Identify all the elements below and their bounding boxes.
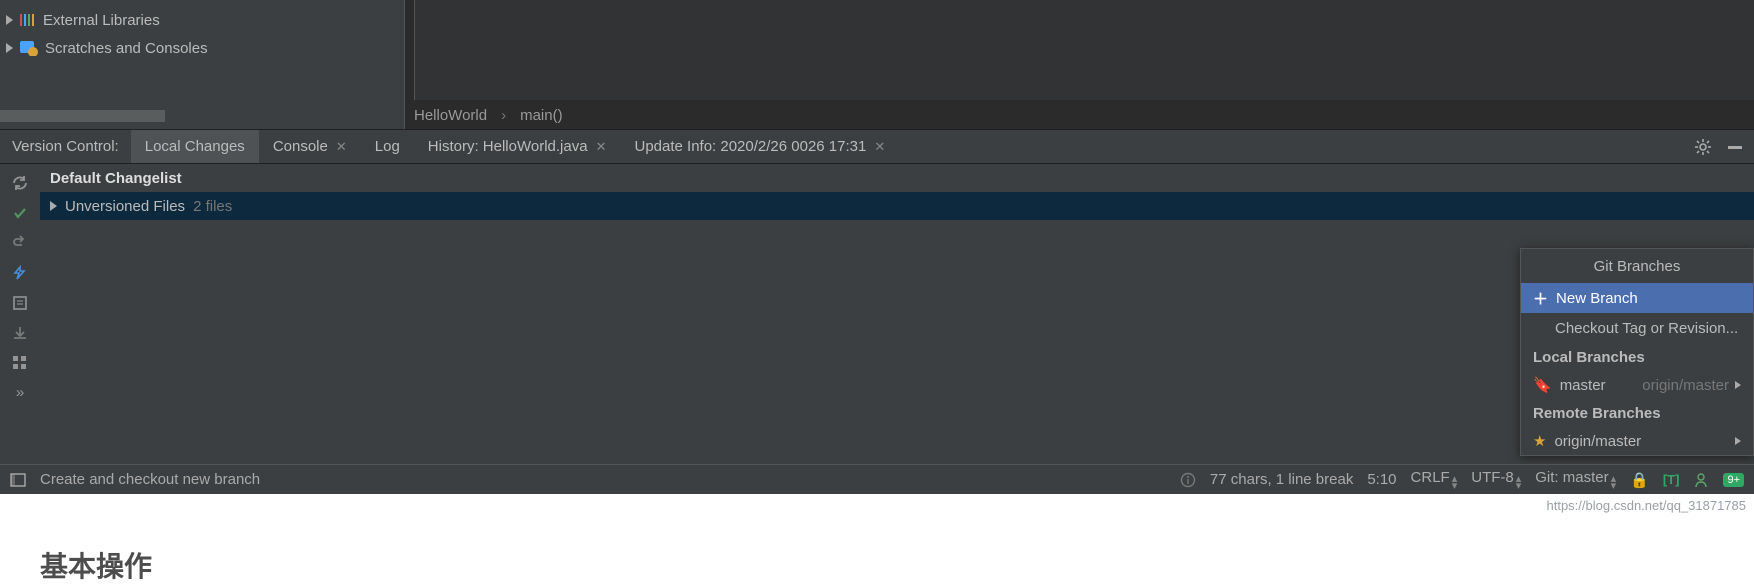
group-by-icon[interactable] [11,354,29,372]
tracking-label: origin/master [1642,377,1729,394]
branch-name: origin/master [1554,433,1641,450]
lock-icon[interactable]: 🔒 [1630,471,1649,489]
changes-toolbar: » [0,164,40,464]
status-linesep[interactable]: CRLF▴▾ [1411,469,1458,490]
tab-history[interactable]: History: HelloWorld.java ✕ [414,130,621,163]
status-hint: Create and checkout new branch [40,471,260,488]
article-heading: 基本操作 [40,545,152,585]
local-branches-header: Local Branches [1521,343,1753,371]
tree-item-scratches[interactable]: Scratches and Consoles [0,34,404,62]
page-below-ide: https://blog.csdn.net/qq_31871785 基本操作 [0,494,1754,585]
rollback-icon[interactable] [11,234,29,252]
diff-icon[interactable] [11,264,29,282]
popup-title: Git Branches [1521,249,1753,283]
new-branch-item[interactable]: ＋ New Branch [1521,283,1753,313]
chevron-right-icon [6,43,13,53]
commit-icon[interactable] [11,204,29,222]
editor-surface[interactable] [414,0,1754,100]
shelve-icon[interactable] [11,324,29,342]
horizontal-scrollbar-thumb[interactable] [0,110,165,122]
close-icon[interactable]: ✕ [596,139,607,155]
tab-label: Update Info: 2020/2/26 0026 17:31 [634,138,866,155]
tab-log[interactable]: Log [361,130,414,163]
expand-icon[interactable]: » [16,384,24,401]
library-icon [19,12,37,28]
chevron-right-icon [50,201,57,211]
popup-item-label: New Branch [1556,290,1638,307]
breadcrumb[interactable]: HelloWorld › main() [414,101,563,129]
minimize-icon[interactable] [1726,138,1744,156]
tab-local-changes[interactable]: Local Changes [131,130,259,163]
chevron-right-icon [1735,381,1741,389]
tab-console[interactable]: Console ✕ [259,130,361,163]
close-icon[interactable]: ✕ [336,139,347,155]
gear-icon[interactable] [1694,138,1712,156]
tree-item-label: External Libraries [43,12,160,29]
status-chars[interactable]: 77 chars, 1 line break [1210,471,1353,488]
version-control-title: Version Control: [0,138,131,155]
local-changes-panel: » Default Changelist Unversioned Files 2… [0,164,1754,464]
scratches-icon [19,40,39,56]
star-icon: ★ [1533,432,1546,450]
breadcrumb-class: HelloWorld [414,107,487,124]
unversioned-files-row[interactable]: Unversioned Files 2 files [40,192,1754,220]
changelist-label: Default Changelist [50,170,182,187]
refresh-icon[interactable] [11,174,29,192]
status-caret[interactable]: 5:10 [1367,471,1396,488]
status-git[interactable]: Git: master▴▾ [1535,469,1616,490]
memory-indicator-icon[interactable] [1693,472,1709,488]
local-branch-master[interactable]: 🔖 master origin/master [1521,371,1753,399]
toolwindow-icon[interactable] [10,472,26,488]
tab-label: Log [375,138,400,155]
close-icon[interactable]: ✕ [874,139,885,155]
git-branches-popup: Git Branches ＋ New Branch Checkout Tag o… [1520,248,1754,456]
changelist-icon[interactable] [11,294,29,312]
chevron-right-icon [6,15,13,25]
branch-name: master [1560,377,1606,394]
tag-icon: 🔖 [1533,376,1552,394]
default-changelist-row[interactable]: Default Changelist [40,164,1754,192]
remote-branches-header: Remote Branches [1521,399,1753,427]
tab-label: Console [273,138,328,155]
tbox-icon[interactable]: [T] [1663,472,1680,487]
breadcrumb-method: main() [520,107,563,124]
tree-item-external-libraries[interactable]: External Libraries [0,6,404,34]
info-icon[interactable] [1180,472,1196,488]
chevron-right-icon [1735,437,1741,445]
plus-icon: ＋ [1533,288,1548,309]
version-control-tabs: Version Control: Local Changes Console ✕… [0,129,1754,164]
chevron-right-icon: › [501,107,506,124]
notifications-badge[interactable]: 9+ [1723,473,1744,487]
status-bar: Create and checkout new branch 77 chars,… [0,464,1754,494]
project-tree: External Libraries Scratches and Console… [0,0,405,129]
remote-branch-origin-master[interactable]: ★ origin/master [1521,427,1753,455]
popup-item-label: Checkout Tag or Revision... [1555,320,1738,337]
unversioned-label: Unversioned Files [65,198,185,215]
status-encoding[interactable]: UTF-8▴▾ [1471,469,1521,490]
changes-list: Default Changelist Unversioned Files 2 f… [40,164,1754,464]
checkout-tag-item[interactable]: Checkout Tag or Revision... [1521,313,1753,343]
tab-label: History: HelloWorld.java [428,138,588,155]
unversioned-count: 2 files [193,198,232,215]
editor-area [405,0,1754,129]
watermark-url: https://blog.csdn.net/qq_31871785 [1547,498,1747,513]
tab-update-info[interactable]: Update Info: 2020/2/26 0026 17:31 ✕ [620,130,899,163]
tree-item-label: Scratches and Consoles [45,40,208,57]
tab-label: Local Changes [145,138,245,155]
